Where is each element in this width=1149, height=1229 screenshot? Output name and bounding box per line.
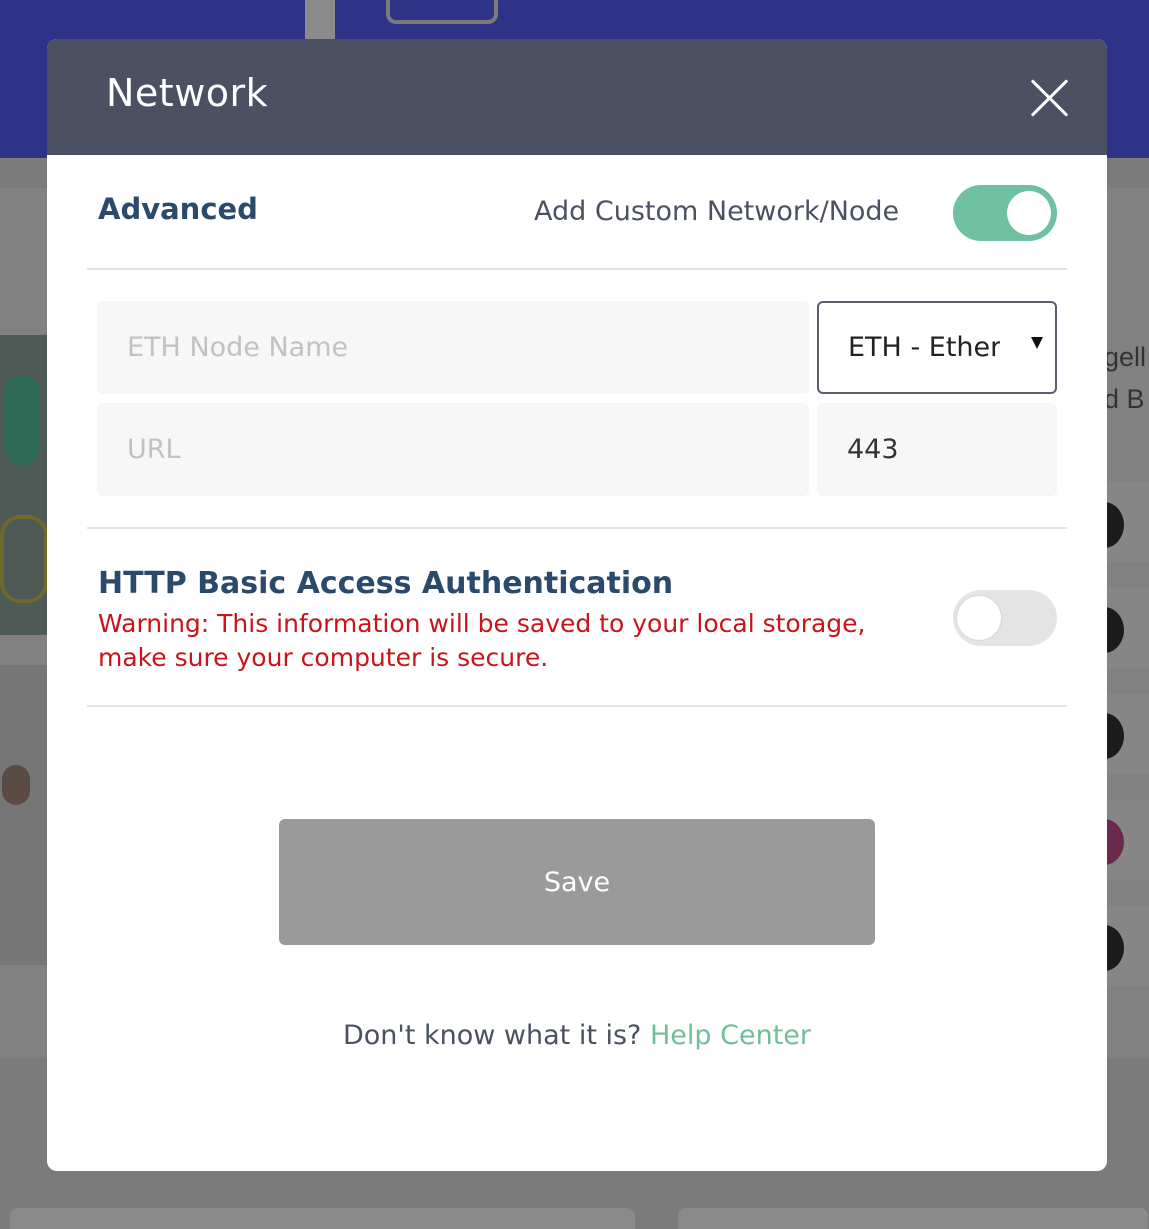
toggle-knob xyxy=(957,596,1001,640)
network-modal: Network Advanced Add Custom Network/Node… xyxy=(47,39,1107,1171)
help-text: Don't know what it is? xyxy=(342,1020,642,1051)
divider xyxy=(87,527,1067,529)
custom-network-toggle-label: Add Custom Network/Node xyxy=(534,196,900,227)
modal-title: Network xyxy=(106,71,269,115)
auth-warning-text: Warning: This information will be saved … xyxy=(98,609,866,672)
background-artwork-image xyxy=(0,665,47,965)
custom-network-toggle[interactable] xyxy=(953,185,1057,241)
background-card xyxy=(678,1208,1148,1229)
divider xyxy=(87,268,1067,270)
help-center-link[interactable]: Help Center xyxy=(650,1020,811,1051)
background-side-text: d B xyxy=(1104,384,1145,414)
background-card xyxy=(10,1208,635,1229)
help-line: Don't know what it is? Help Center xyxy=(47,1020,1107,1051)
url-input[interactable] xyxy=(97,403,809,496)
network-select-value: ETH - Ethereum xyxy=(848,332,1000,363)
save-button[interactable]: Save xyxy=(279,819,875,945)
background-side-text: gell xyxy=(1104,342,1147,372)
auth-section-title: HTTP Basic Access Authentication xyxy=(98,566,674,601)
background-header-divider xyxy=(305,0,335,40)
dropdown-arrow-icon xyxy=(1031,337,1043,349)
toggle-knob xyxy=(1007,191,1051,235)
node-name-input[interactable] xyxy=(97,301,809,394)
port-input[interactable] xyxy=(817,403,1057,496)
modal-header: Network xyxy=(47,39,1107,155)
advanced-section-title: Advanced xyxy=(98,192,258,226)
auth-toggle[interactable] xyxy=(953,590,1057,646)
background-artwork-image xyxy=(0,335,48,635)
background-header-icon xyxy=(386,0,498,24)
close-icon[interactable] xyxy=(1031,79,1069,117)
network-select[interactable]: ETH - Ethereum xyxy=(817,301,1057,394)
divider xyxy=(87,705,1067,707)
